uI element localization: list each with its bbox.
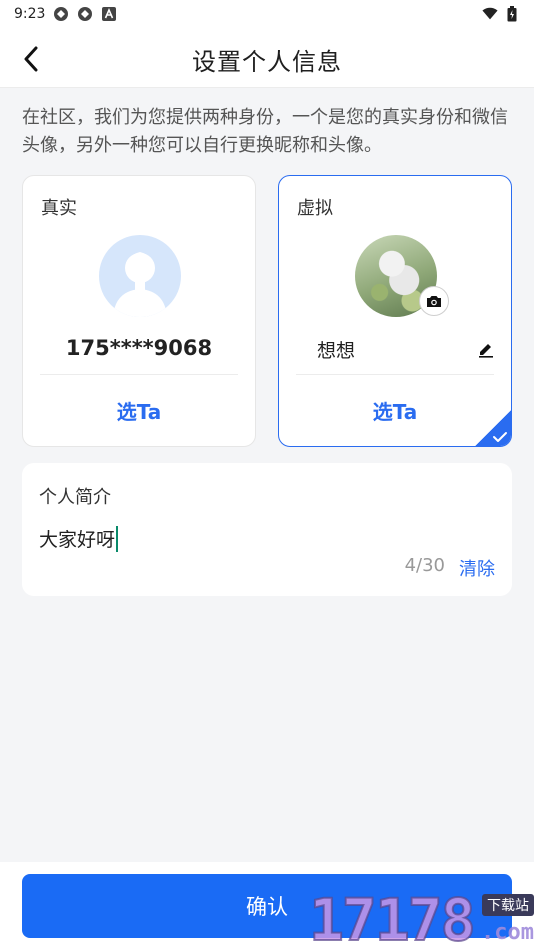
bio-input[interactable]: 大家好呀 bbox=[39, 525, 119, 552]
divider bbox=[40, 374, 238, 375]
char-count: 4/30 bbox=[404, 555, 445, 576]
app-notification-icon bbox=[77, 6, 93, 22]
divider bbox=[296, 374, 494, 375]
nickname: 想想 bbox=[317, 340, 356, 362]
bio-section: 个人简介 大家好呀 4/30 清除 bbox=[22, 463, 512, 596]
font-a-icon bbox=[101, 6, 117, 22]
identity-card-virtual[interactable]: 虚拟 想想 选Ta bbox=[278, 175, 512, 447]
choose-real-button[interactable]: 选Ta bbox=[23, 396, 255, 425]
camera-icon bbox=[427, 296, 441, 307]
header: 设置个人信息 bbox=[0, 28, 534, 88]
card-label: 虚拟 bbox=[297, 198, 333, 219]
bottom-bar: 确认 bbox=[0, 862, 534, 950]
bio-input-value: 大家好呀 bbox=[39, 529, 116, 551]
selected-badge bbox=[475, 410, 511, 446]
text-cursor bbox=[116, 525, 119, 552]
identity-card-real[interactable]: 真实 175****9068 选Ta bbox=[22, 175, 256, 447]
app-notification-icon bbox=[53, 6, 69, 22]
card-label: 真实 bbox=[41, 198, 77, 219]
edit-nickname-button[interactable] bbox=[475, 338, 497, 360]
user-silhouette-icon bbox=[113, 252, 167, 317]
pencil-icon bbox=[479, 344, 493, 358]
avatar-placeholder bbox=[99, 235, 181, 317]
change-avatar-button[interactable] bbox=[419, 286, 449, 316]
bio-label: 个人简介 bbox=[39, 487, 111, 508]
confirm-button[interactable]: 确认 bbox=[22, 874, 512, 938]
wifi-icon bbox=[482, 6, 498, 22]
intro-text: 在社区，我们为您提供两种身份，一个是您的真实身份和微信头像，另外一种您可以自行更… bbox=[22, 107, 508, 156]
status-time: 9:23 bbox=[14, 6, 46, 22]
clear-button[interactable]: 清除 bbox=[459, 555, 495, 581]
checkmark-icon bbox=[493, 432, 507, 442]
page-title: 设置个人信息 bbox=[192, 48, 342, 76]
battery-icon bbox=[504, 6, 520, 22]
phone-number: 175****9068 bbox=[65, 336, 213, 360]
status-bar: 9:23 bbox=[0, 0, 534, 28]
